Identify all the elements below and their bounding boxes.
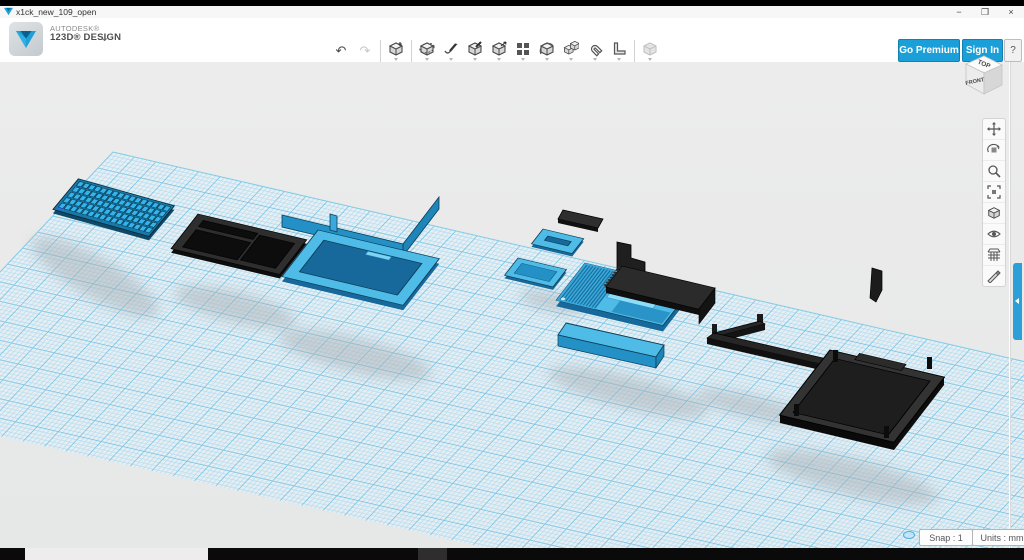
ruler-button[interactable] bbox=[610, 41, 628, 61]
app-toolbar: AUTODESK® 123D® DESIGN ⌄ ↶ ↷ bbox=[0, 18, 1024, 63]
pattern-button[interactable] bbox=[514, 41, 532, 61]
grouping-icon bbox=[539, 41, 555, 57]
taskbar-item[interactable] bbox=[25, 548, 208, 560]
redo-button[interactable]: ↷ bbox=[356, 41, 374, 61]
combine-icon bbox=[563, 41, 579, 57]
brand-line2: 123D® DESIGN bbox=[50, 33, 121, 43]
zoom-icon bbox=[987, 164, 1001, 178]
units-setting[interactable]: Units : mm bbox=[972, 529, 1024, 546]
brand-text: AUTODESK® 123D® DESIGN bbox=[50, 25, 121, 44]
pattern-icon bbox=[515, 41, 531, 57]
redo-icon: ↷ bbox=[360, 44, 371, 58]
view-cube[interactable]: TOP FRONT bbox=[956, 50, 1012, 106]
shading-icon bbox=[987, 206, 1001, 220]
grid-icon bbox=[987, 248, 1001, 262]
os-taskbar bbox=[0, 548, 1024, 560]
restore-button[interactable]: ❐ bbox=[974, 6, 996, 18]
pan-button[interactable] bbox=[983, 119, 1005, 140]
taskbar-item[interactable] bbox=[418, 548, 447, 560]
chevron-left-icon bbox=[1015, 298, 1019, 304]
pencil-ruler-icon bbox=[987, 269, 1001, 283]
materials-icon bbox=[642, 41, 658, 57]
pan-icon bbox=[987, 122, 1001, 136]
123d-logo-icon bbox=[14, 27, 38, 51]
window-title: x1ck_new_109_open bbox=[16, 7, 96, 17]
zoom-button[interactable] bbox=[983, 161, 1005, 182]
sketch-button[interactable] bbox=[442, 41, 460, 61]
toolbar-separator bbox=[411, 40, 412, 62]
chevron-down-icon[interactable]: ⌄ bbox=[100, 31, 109, 44]
modify-button[interactable] bbox=[490, 41, 508, 61]
part-side-bracket[interactable] bbox=[870, 268, 882, 302]
grouping-button[interactable] bbox=[538, 41, 556, 61]
transform-button[interactable] bbox=[418, 41, 436, 61]
primitives-icon bbox=[388, 41, 404, 57]
minimize-button[interactable]: − bbox=[948, 6, 970, 18]
undo-icon: ↶ bbox=[336, 44, 347, 58]
modify-icon bbox=[491, 41, 507, 57]
collapse-panel-tab[interactable] bbox=[1013, 263, 1022, 340]
fit-button[interactable] bbox=[983, 182, 1005, 203]
ruler-icon bbox=[611, 41, 627, 57]
snap-setting[interactable]: Snap : 1 bbox=[919, 529, 973, 546]
go-premium-button[interactable]: Go Premium bbox=[898, 39, 960, 62]
scene bbox=[0, 62, 1024, 548]
primitives-button[interactable] bbox=[387, 41, 405, 61]
part-small-strip[interactable] bbox=[558, 210, 603, 232]
combine-button[interactable] bbox=[562, 41, 580, 61]
close-button[interactable]: × bbox=[1000, 6, 1022, 18]
orbit-icon bbox=[987, 143, 1001, 157]
visibility-button[interactable] bbox=[983, 224, 1005, 245]
toolbar-separator bbox=[634, 40, 635, 62]
main-toolbar: ↶ ↷ bbox=[332, 38, 659, 64]
viewport-canvas[interactable] bbox=[0, 62, 1024, 548]
construct-button[interactable] bbox=[466, 41, 484, 61]
annotate-button[interactable] bbox=[983, 266, 1005, 286]
toolbar-separator bbox=[380, 40, 381, 62]
transform-icon bbox=[419, 41, 435, 57]
navigation-palette bbox=[982, 118, 1006, 287]
fit-icon bbox=[987, 185, 1001, 199]
app-menu-button[interactable] bbox=[9, 22, 43, 56]
undo-button[interactable]: ↶ bbox=[332, 41, 350, 61]
orbit-button[interactable] bbox=[983, 140, 1005, 161]
sketch-icon bbox=[443, 41, 459, 57]
eye-icon bbox=[987, 227, 1001, 241]
snap-button[interactable] bbox=[586, 41, 604, 61]
materials-button[interactable] bbox=[641, 41, 659, 61]
snap-icon bbox=[587, 41, 603, 57]
grid-corner-handle[interactable] bbox=[903, 531, 915, 539]
grid-settings-button[interactable] bbox=[983, 245, 1005, 266]
panel-divider bbox=[1009, 62, 1011, 548]
app-logo-icon bbox=[4, 7, 13, 16]
shading-button[interactable] bbox=[983, 203, 1005, 224]
construct-icon bbox=[467, 41, 483, 57]
